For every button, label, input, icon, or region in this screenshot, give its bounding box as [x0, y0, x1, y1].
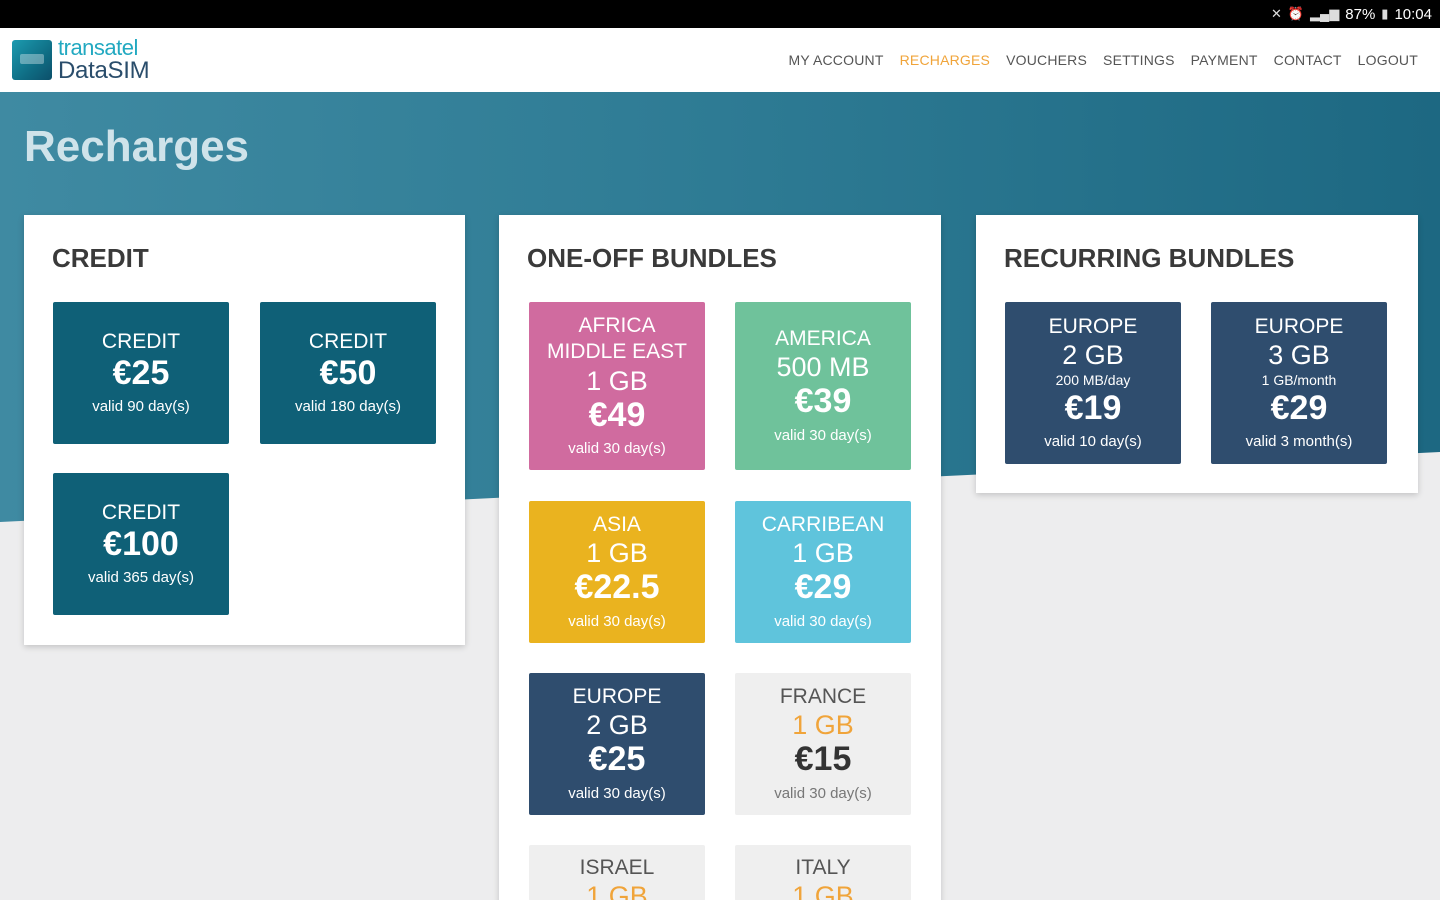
credit-25-tile[interactable]: CREDIT €25 valid 90 day(s)	[53, 302, 229, 444]
nav-recharges[interactable]: RECHARGES	[900, 52, 990, 68]
recurring-europe-3gb[interactable]: EUROPE 3 GB 1 GB/month €29 valid 3 month…	[1211, 302, 1387, 464]
status-bar: ✕ ⏰ ▂▄▆ 87% ▮ 10:04	[0, 0, 1440, 28]
credit-100-tile[interactable]: CREDIT €100 valid 365 day(s)	[53, 473, 229, 615]
bundle-europe[interactable]: EUROPE 2 GB €25 valid 30 day(s)	[529, 673, 705, 815]
clock: 10:04	[1394, 5, 1432, 23]
logo-product: DataSIM	[58, 57, 150, 84]
oneoff-bundles-panel: ONE-OFF BUNDLES AFRICA MIDDLE EAST 1 GB …	[499, 215, 941, 900]
bundle-carribean[interactable]: CARRIBEAN 1 GB €29 valid 30 day(s)	[735, 501, 911, 643]
credit-panel: CREDIT CREDIT €25 valid 90 day(s) CREDIT…	[24, 215, 465, 645]
bundle-africa-middle-east[interactable]: AFRICA MIDDLE EAST 1 GB €49 valid 30 day…	[529, 302, 705, 470]
bundle-israel[interactable]: ISRAEL 1 GB	[529, 845, 705, 900]
logo[interactable]: transatel DataSIM	[12, 35, 150, 84]
nav-contact[interactable]: CONTACT	[1274, 52, 1342, 68]
recurring-bundles-panel: RECURRING BUNDLES EUROPE 2 GB 200 MB/day…	[976, 215, 1418, 493]
bundle-italy[interactable]: ITALY 1 GB	[735, 845, 911, 900]
mute-icon: ✕	[1270, 6, 1282, 21]
recurring-panel-title: RECURRING BUNDLES	[1004, 243, 1295, 273]
app-header: transatel DataSIM MY ACCOUNT RECHARGES V…	[0, 28, 1440, 92]
bundle-america[interactable]: AMERICA 500 MB €39 valid 30 day(s)	[735, 302, 911, 470]
logo-brand: transatel	[58, 35, 138, 60]
alarm-icon: ⏰	[1287, 6, 1305, 21]
signal-icon: ▂▄▆	[1310, 6, 1340, 21]
credit-panel-title: CREDIT	[52, 243, 149, 273]
battery-icon: ▮	[1381, 6, 1389, 21]
nav-logout[interactable]: LOGOUT	[1358, 52, 1418, 68]
sim-card-icon	[12, 40, 52, 80]
battery-level: 87%	[1345, 5, 1376, 23]
nav-vouchers[interactable]: VOUCHERS	[1006, 52, 1087, 68]
page-title: Recharges	[24, 122, 250, 171]
main-nav: MY ACCOUNT RECHARGES VOUCHERS SETTINGS P…	[789, 52, 1419, 68]
nav-my-account[interactable]: MY ACCOUNT	[789, 52, 884, 68]
bundle-asia[interactable]: ASIA 1 GB €22.5 valid 30 day(s)	[529, 501, 705, 643]
recurring-europe-2gb[interactable]: EUROPE 2 GB 200 MB/day €19 valid 10 day(…	[1005, 302, 1181, 464]
nav-payment[interactable]: PAYMENT	[1191, 52, 1258, 68]
bundle-france[interactable]: FRANCE 1 GB €15 valid 30 day(s)	[735, 673, 911, 815]
nav-settings[interactable]: SETTINGS	[1103, 52, 1175, 68]
credit-50-tile[interactable]: CREDIT €50 valid 180 day(s)	[260, 302, 436, 444]
oneoff-panel-title: ONE-OFF BUNDLES	[527, 243, 777, 273]
